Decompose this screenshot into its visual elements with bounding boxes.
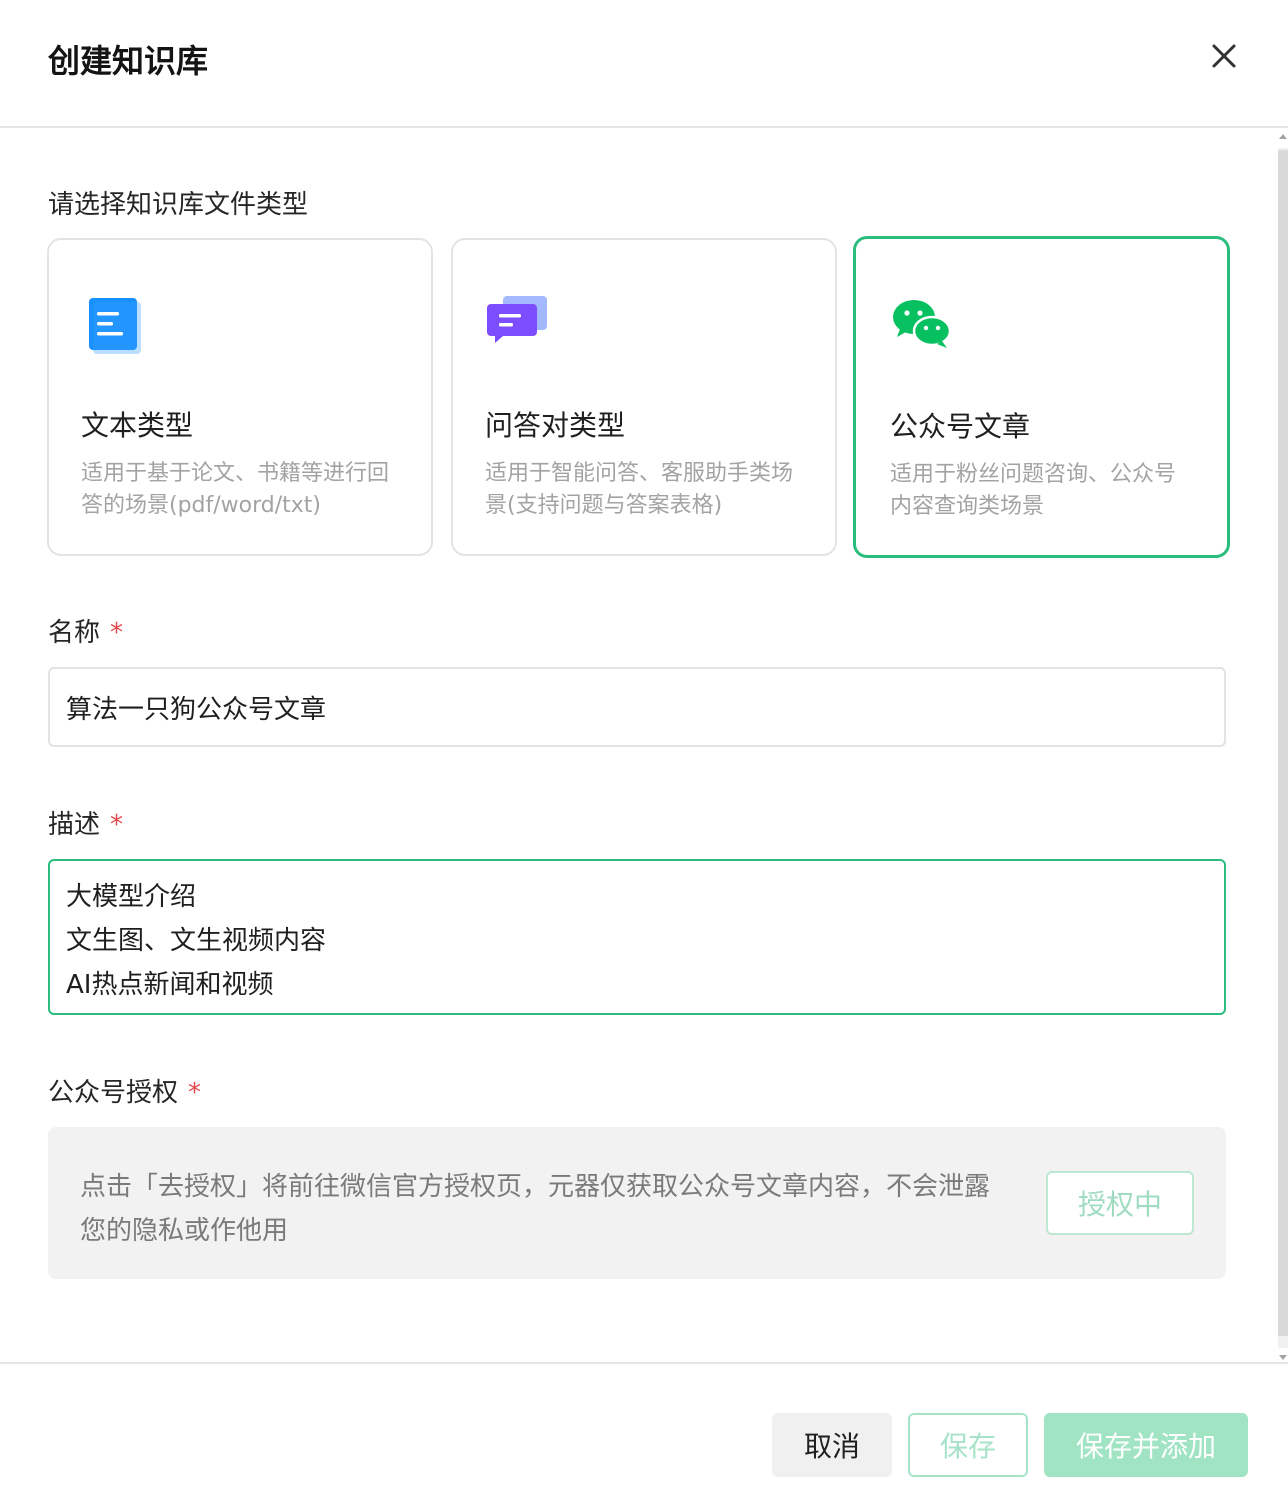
- chat-bubbles-icon: [487, 296, 547, 343]
- file-type-card-qa[interactable]: 问答对类型 适用于智能问答、客服助手类场景(支持问题与答案表格): [451, 238, 837, 556]
- authorize-button[interactable]: 授权中: [1046, 1171, 1194, 1235]
- file-type-card-text[interactable]: 文本类型 适用于基于论文、书籍等进行回答的场景(pdf/word/txt): [47, 238, 433, 556]
- cancel-button[interactable]: 取消: [772, 1413, 892, 1477]
- desc-textarea[interactable]: 大模型介绍 文生图、文生视频内容 AI热点新闻和视频: [48, 859, 1226, 1015]
- name-label-text: 名称: [48, 618, 101, 648]
- required-mark: *: [110, 810, 124, 840]
- scroll-down-icon[interactable]: [1279, 1355, 1287, 1360]
- card-name: 文本类型: [81, 409, 194, 442]
- wechat-icon: [893, 300, 952, 348]
- save-and-add-button[interactable]: 保存并添加: [1044, 1413, 1248, 1477]
- dialog-title: 创建知识库: [48, 42, 209, 80]
- desc-label: 描述 *: [48, 804, 123, 841]
- scroll-up-icon[interactable]: [1279, 134, 1287, 139]
- auth-label-text: 公众号授权: [48, 1078, 179, 1108]
- scrollbar[interactable]: [1276, 132, 1288, 1362]
- file-type-label: 请选择知识库文件类型: [48, 190, 309, 220]
- desc-label-text: 描述: [48, 810, 101, 840]
- dialog-header: 创建知识库: [0, 0, 1288, 128]
- file-type-card-wechat[interactable]: 公众号文章 适用于粉丝问题咨询、公众号内容查询类场景: [853, 236, 1230, 558]
- auth-notice: 点击「去授权」将前往微信官方授权页，元器仅获取公众号文章内容，不会泄露您的隐私或…: [80, 1172, 991, 1246]
- required-mark: *: [188, 1078, 202, 1108]
- auth-panel: 点击「去授权」将前往微信官方授权页，元器仅获取公众号文章内容，不会泄露您的隐私或…: [48, 1127, 1226, 1279]
- close-button[interactable]: [1204, 36, 1244, 76]
- card-desc: 适用于智能问答、客服助手类场景(支持问题与答案表格): [485, 461, 794, 518]
- document-icon: [89, 298, 141, 354]
- card-desc: 适用于粉丝问题咨询、公众号内容查询类场景: [890, 462, 1177, 519]
- save-button[interactable]: 保存: [908, 1413, 1028, 1477]
- desc-line: 文生图、文生视频内容: [66, 926, 327, 956]
- card-name: 公众号文章: [890, 410, 1031, 443]
- auth-label: 公众号授权 *: [48, 1072, 201, 1109]
- card-desc: 适用于基于论文、书籍等进行回答的场景(pdf/word/txt): [81, 461, 390, 518]
- name-input[interactable]: [48, 667, 1226, 747]
- scroll-thumb[interactable]: [1278, 150, 1288, 1336]
- footer-divider: [0, 1362, 1288, 1364]
- name-label: 名称 *: [48, 612, 123, 649]
- desc-line: AI热点新闻和视频: [66, 970, 274, 1000]
- card-name: 问答对类型: [485, 409, 626, 442]
- close-icon: [1212, 44, 1236, 68]
- required-mark: *: [110, 618, 124, 648]
- desc-line: 大模型介绍: [66, 882, 197, 912]
